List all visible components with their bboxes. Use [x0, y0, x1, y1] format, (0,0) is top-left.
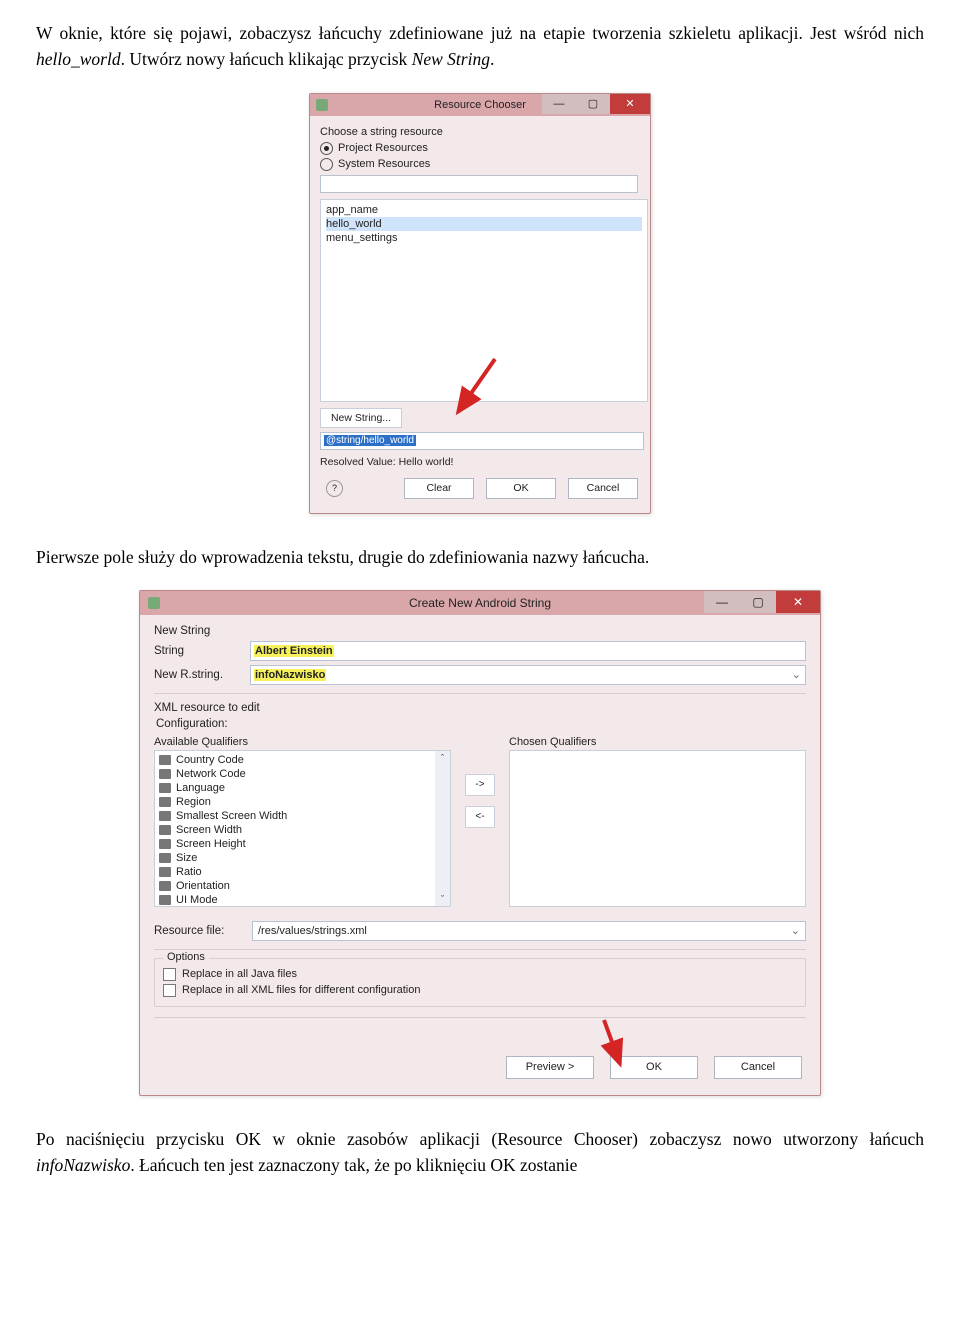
resource-chooser-dialog: Resource Chooser — ▢ ✕ Choose a string r…	[309, 93, 651, 514]
list-item: Country Code	[159, 753, 446, 767]
ok-button[interactable]: OK	[610, 1056, 698, 1079]
configuration-label: Configuration:	[154, 718, 806, 730]
list-item[interactable]: app_name	[326, 203, 642, 217]
available-qualifiers-label: Available Qualifiers	[154, 736, 451, 748]
new-string-heading: New String	[154, 625, 806, 637]
qualifier-icon	[159, 783, 171, 793]
project-resources-radio[interactable]	[320, 142, 333, 155]
resource-file-combo[interactable]: /res/values/strings.xml	[252, 921, 806, 941]
xml-resource-label: XML resource to edit	[154, 702, 806, 714]
replace-java-checkbox[interactable]	[163, 968, 176, 981]
replace-java-label: Replace in all Java files	[182, 968, 297, 980]
list-item: Ratio	[159, 865, 446, 879]
list-item: UI Mode	[159, 893, 446, 907]
maximize-button[interactable]: ▢	[576, 94, 610, 114]
dialog-titlebar: Resource Chooser — ▢ ✕	[310, 94, 650, 116]
cancel-button[interactable]: Cancel	[714, 1056, 802, 1079]
qualifier-icon	[159, 881, 171, 891]
qualifier-icon	[159, 895, 171, 905]
add-qualifier-button[interactable]: ->	[465, 774, 495, 796]
resource-file-label: Resource file:	[154, 925, 240, 937]
rstring-label: New R.string.	[154, 669, 240, 681]
separator	[154, 949, 806, 950]
system-resources-radio[interactable]	[320, 158, 333, 171]
string-input[interactable]: Albert Einstein	[250, 641, 806, 661]
string-value-input[interactable]: @string/hello_world	[320, 432, 644, 450]
system-resources-label: System Resources	[338, 158, 430, 170]
separator	[154, 693, 806, 694]
scrollbar[interactable]: ˆˇ	[435, 751, 450, 906]
string-label: String	[154, 645, 240, 657]
chosen-qualifiers-label: Chosen Qualifiers	[509, 736, 806, 748]
list-item: Region	[159, 795, 446, 809]
clear-button[interactable]: Clear	[404, 478, 474, 499]
list-item: Network Code	[159, 767, 446, 781]
qualifier-icon	[159, 797, 171, 807]
rstring-input[interactable]: infoNazwisko	[250, 665, 806, 685]
replace-xml-label: Replace in all XML files for different c…	[182, 984, 420, 996]
list-item: Size	[159, 851, 446, 865]
list-item[interactable]: hello_world	[326, 217, 642, 231]
resolved-value-label: Resolved Value: Hello world!	[320, 456, 640, 468]
qualifier-icon	[159, 839, 171, 849]
list-item: Orientation	[159, 879, 446, 893]
remove-qualifier-button[interactable]: <-	[465, 806, 495, 828]
options-group: Options Replace in all Java files Replac…	[154, 958, 806, 1007]
outro-paragraph: Po naciśnięciu przycisku OK w oknie zaso…	[36, 1126, 924, 1179]
resource-list[interactable]: app_name hello_world menu_settings	[320, 199, 648, 402]
close-button[interactable]: ✕	[610, 94, 650, 114]
minimize-button[interactable]: —	[704, 591, 740, 613]
list-item[interactable]: menu_settings	[326, 231, 642, 245]
list-item: Screen Height	[159, 837, 446, 851]
help-icon[interactable]: ?	[326, 480, 343, 497]
replace-xml-checkbox[interactable]	[163, 984, 176, 997]
qualifier-icon	[159, 811, 171, 821]
app-icon	[316, 99, 328, 111]
close-button[interactable]: ✕	[776, 591, 820, 613]
qualifier-icon	[159, 867, 171, 877]
available-qualifiers-list[interactable]: Country Code Network Code Language Regio…	[154, 750, 451, 907]
choose-label: Choose a string resource	[320, 126, 640, 138]
intro-paragraph: W oknie, które się pojawi, zobaczysz łań…	[36, 20, 924, 73]
maximize-button[interactable]: ▢	[740, 591, 776, 613]
project-resources-label: Project Resources	[338, 142, 428, 154]
filter-input[interactable]	[320, 175, 638, 193]
options-legend: Options	[163, 951, 209, 963]
qualifier-icon	[159, 825, 171, 835]
preview-button[interactable]: Preview >	[506, 1056, 594, 1079]
list-item: Language	[159, 781, 446, 795]
dialog-titlebar: Create New Android String — ▢ ✕	[140, 591, 820, 615]
cancel-button[interactable]: Cancel	[568, 478, 638, 499]
minimize-button[interactable]: —	[542, 94, 576, 114]
qualifier-icon	[159, 853, 171, 863]
chosen-qualifiers-list[interactable]	[509, 750, 806, 907]
ok-button[interactable]: OK	[486, 478, 556, 499]
create-string-dialog: Create New Android String — ▢ ✕ New Stri…	[139, 590, 821, 1096]
mid-paragraph: Pierwsze pole służy do wprowadzenia teks…	[36, 544, 924, 570]
new-string-button[interactable]: New String...	[320, 408, 402, 428]
qualifier-icon	[159, 755, 171, 765]
list-item: Screen Width	[159, 823, 446, 837]
list-item: Smallest Screen Width	[159, 809, 446, 823]
qualifier-icon	[159, 769, 171, 779]
